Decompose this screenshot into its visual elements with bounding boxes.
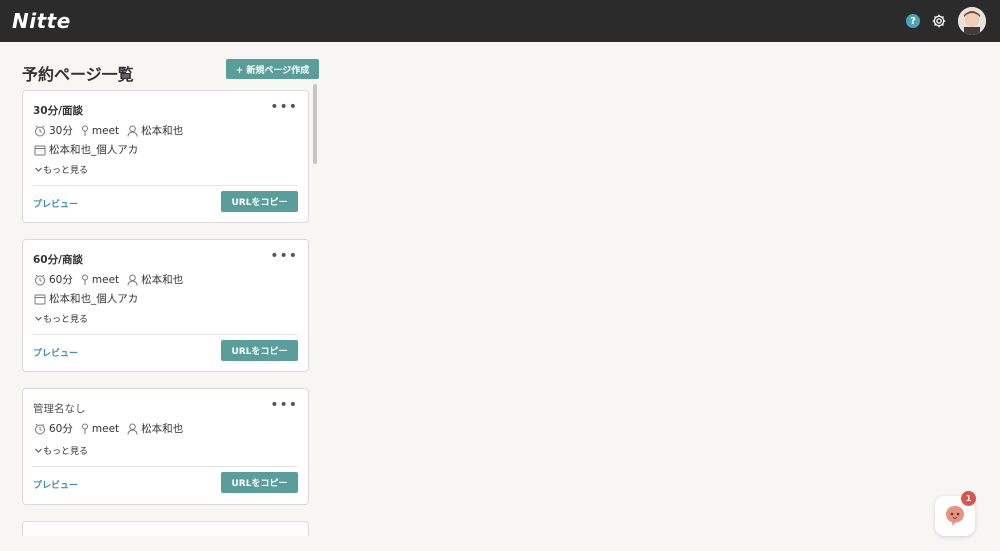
- more-options-icon[interactable]: •••: [270, 398, 298, 412]
- user-icon: [127, 274, 138, 286]
- card-calendar-row: 松本和也_個人アカ: [34, 142, 146, 157]
- copy-url-button[interactable]: URLをコピー: [221, 472, 298, 493]
- chevron-down-icon: [35, 316, 42, 321]
- app-logo[interactable]: Nitte: [12, 9, 71, 33]
- pin-icon: [81, 274, 88, 285]
- copy-url-button[interactable]: URLをコピー: [221, 340, 298, 361]
- card-title: 管理名なし: [33, 403, 86, 415]
- see-more-toggle[interactable]: もっと見る: [34, 163, 88, 176]
- duration: 60分: [34, 421, 73, 436]
- calendar: 松本和也_個人アカ: [34, 142, 138, 157]
- booking-page-card[interactable]: 60分/商談 ••• 60分 meet 松本和也 松本和也_個人アカ もっと見る…: [22, 239, 309, 372]
- clock-icon: [35, 274, 45, 285]
- host: 松本和也: [127, 123, 183, 138]
- booking-page-card[interactable]: 管理名なし ••• 60分 meet 松本和也 もっと見る プレビュー URLを…: [22, 388, 309, 505]
- main-content: 予約ページ一覧 + 新規ページ作成 30分/面談 ••• 30分 meet 松本…: [0, 42, 1000, 551]
- chat-notification-badge: 1: [961, 491, 976, 506]
- more-options-icon[interactable]: •••: [270, 100, 298, 114]
- duration: 60分: [34, 272, 73, 287]
- calendar: 松本和也_個人アカ: [34, 291, 138, 306]
- help-icon[interactable]: ?: [906, 14, 920, 28]
- see-more-toggle[interactable]: もっと見る: [34, 444, 88, 457]
- pin-icon: [81, 423, 88, 434]
- card-calendar-row: 松本和也_個人アカ: [34, 291, 146, 306]
- card-divider: [33, 466, 298, 467]
- location: meet: [81, 423, 119, 435]
- top-right-actions: ?: [906, 7, 986, 35]
- preview-link[interactable]: プレビュー: [33, 478, 78, 491]
- location: meet: [81, 274, 119, 286]
- card-divider: [33, 334, 298, 335]
- booking-page-list: 30分/面談 ••• 30分 meet 松本和也 松本和也_個人アカ もっと見る…: [16, 84, 321, 536]
- preview-link[interactable]: プレビュー: [33, 346, 78, 359]
- chat-mascot-icon: [946, 506, 964, 527]
- card-meta-row: 60分 meet 松本和也: [34, 272, 191, 287]
- duration: 30分: [34, 123, 73, 138]
- calendar-icon: [34, 294, 46, 304]
- card-divider: [33, 185, 298, 186]
- host: 松本和也: [127, 421, 183, 436]
- chevron-down-icon: [35, 448, 42, 453]
- user-icon: [127, 125, 138, 137]
- chevron-down-icon: [35, 167, 42, 172]
- booking-page-card[interactable]: [22, 521, 309, 536]
- copy-url-button[interactable]: URLをコピー: [221, 191, 298, 212]
- new-page-button[interactable]: + 新規ページ作成: [226, 59, 319, 79]
- top-bar: Nitte ?: [0, 0, 1000, 42]
- avatar[interactable]: [958, 7, 986, 35]
- preview-link[interactable]: プレビュー: [33, 197, 78, 210]
- host: 松本和也: [127, 272, 183, 287]
- calendar-icon: [34, 145, 46, 155]
- more-options-icon[interactable]: •••: [270, 249, 298, 263]
- booking-page-card[interactable]: 30分/面談 ••• 30分 meet 松本和也 松本和也_個人アカ もっと見る…: [22, 90, 309, 223]
- scrollbar-thumb[interactable]: [313, 84, 317, 164]
- card-title: 60分/商談: [33, 254, 83, 266]
- clock-icon: [35, 423, 45, 434]
- clock-icon: [35, 125, 45, 136]
- see-more-toggle[interactable]: もっと見る: [34, 312, 88, 325]
- list-scrollbar[interactable]: [312, 84, 318, 536]
- page-title: 予約ページ一覧: [22, 65, 134, 84]
- pin-icon: [81, 125, 88, 136]
- card-title: 30分/面談: [33, 105, 83, 117]
- location: meet: [81, 125, 119, 137]
- user-icon: [127, 423, 138, 435]
- gear-icon[interactable]: [930, 12, 948, 30]
- card-meta-row: 60分 meet 松本和也: [34, 421, 191, 436]
- card-meta-row: 30分 meet 松本和也: [34, 123, 191, 138]
